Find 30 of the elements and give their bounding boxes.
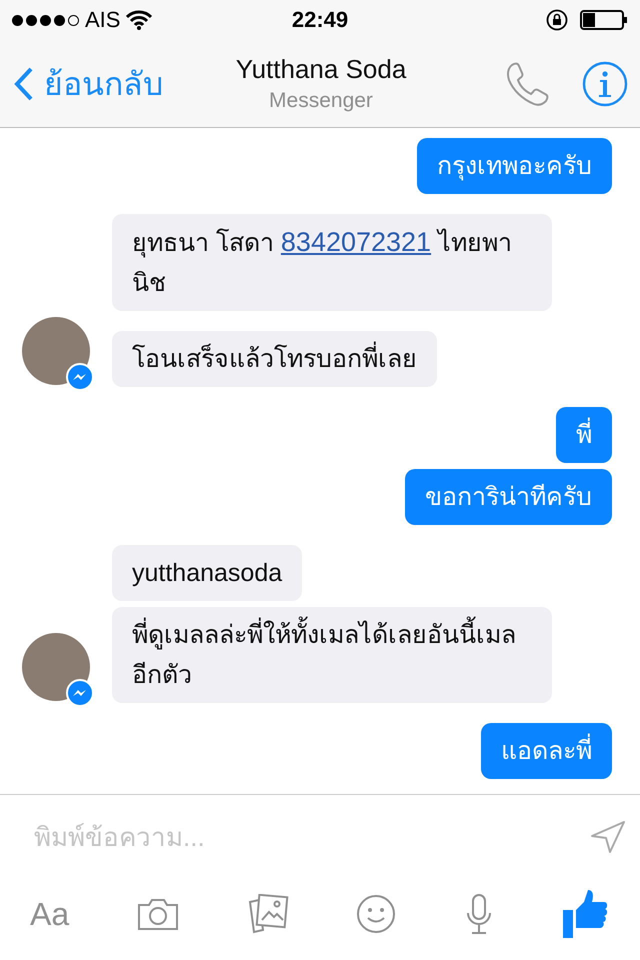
message-text: กรุงเทพอะครับ [437,151,592,182]
messenger-badge-icon [66,363,94,391]
signal-icon [12,14,79,26]
chevron-icon [14,66,34,100]
photos-icon[interactable] [246,894,289,934]
info-icon[interactable] [582,60,628,106]
message-text: พี่ดูเมลลล่ะพี่ให้ทั้งเมลได้เลยอันนี้เมลอีกตัว [132,615,532,695]
message-text: yutthanasoda [132,558,282,589]
message-text: โอนเสร็จแล้วโทรบอกพี่เลย [132,339,417,379]
thumbs-up-icon[interactable] [562,890,610,938]
phone-link[interactable]: 8342072321 [280,227,432,257]
messenger-badge-icon [66,679,94,707]
carrier-name: AIS [85,7,120,33]
message-text: แอดละพี่ [501,731,592,771]
text-format-button[interactable]: Aa [30,896,70,932]
status-time: 22:49 [292,7,348,33]
battery-icon [580,9,628,31]
rotation-lock-icon [546,9,568,31]
wifi-icon [126,10,152,30]
contact-name: Yutthana Soda [236,54,406,85]
back-button[interactable]: ย้อนกลับ [14,58,214,109]
phone-icon[interactable] [504,62,550,106]
message-text: ยุทธนา โสดา 8342072321 ไทยพานิช [132,226,514,299]
app-subtitle: Messenger [269,89,373,113]
camera-icon[interactable] [136,897,179,931]
send-icon[interactable] [590,820,626,854]
smiley-icon[interactable] [356,894,396,934]
message-text: พี่ [576,415,592,455]
message-text: ขอการิน่าทีครับ [425,482,592,513]
message-input[interactable]: พิมพ์ข้อความ... [32,820,590,854]
